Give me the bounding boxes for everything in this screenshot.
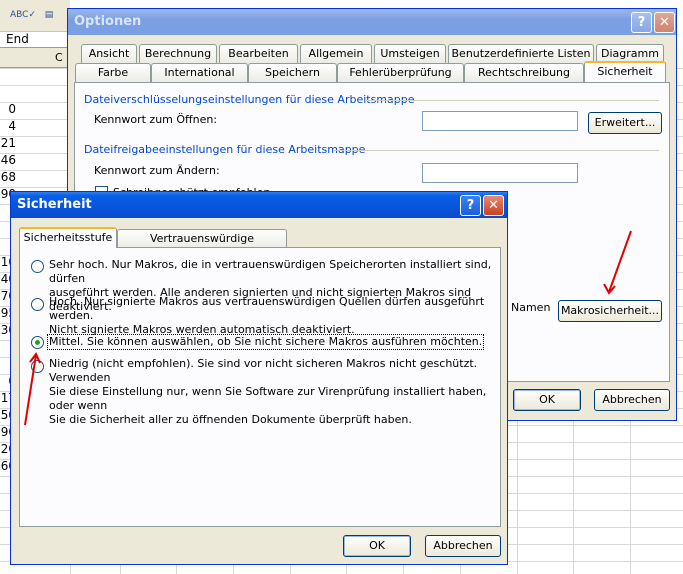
tab-sicherheit[interactable]: Sicherheit — [584, 61, 666, 82]
tab-sicherheitsstufe[interactable]: Sicherheitsstufe — [19, 227, 117, 248]
arrow-to-medium-option — [24, 352, 41, 426]
arrow-to-macro-security — [603, 230, 632, 295]
annotation-arrows — [24, 230, 632, 426]
